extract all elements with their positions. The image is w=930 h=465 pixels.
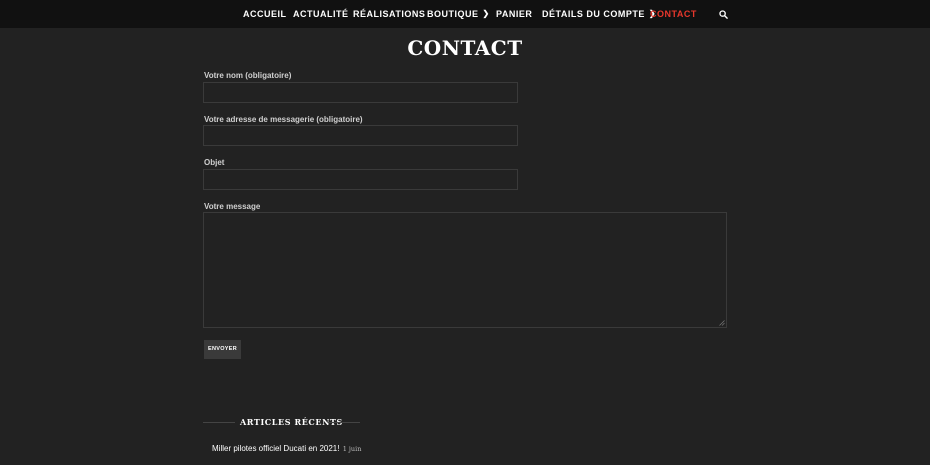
nav-item-accueil[interactable]: ACCUEIL xyxy=(243,9,287,19)
nav-item-boutique[interactable]: BOUTIQUE ❯ xyxy=(427,9,490,19)
chevron-down-icon: ❯ xyxy=(482,9,490,18)
top-navigation: ACCUEIL ACTUALITÉ RÉALISATIONS BOUTIQUE ❯… xyxy=(0,0,930,28)
nav-item-panier[interactable]: PANIER xyxy=(496,9,532,19)
name-field[interactable] xyxy=(203,82,518,103)
recent-article-date: 1 juin xyxy=(342,445,362,453)
recent-article-title[interactable]: Miller pilotes officiel Ducati en 2021! xyxy=(212,444,339,453)
widget-divider-right xyxy=(328,422,360,423)
widget-divider-left xyxy=(203,422,235,423)
subject-field[interactable] xyxy=(203,169,518,190)
search-icon[interactable] xyxy=(719,10,728,19)
message-label: Votre message xyxy=(204,202,261,211)
nav-item-realisations[interactable]: RÉALISATIONS xyxy=(353,9,425,19)
nav-item-actualite[interactable]: ACTUALITÉ xyxy=(293,9,349,19)
email-field[interactable] xyxy=(203,125,518,146)
recent-article-item[interactable]: Miller pilotes officiel Ducati en 2021! … xyxy=(212,444,361,453)
submit-button[interactable]: ENVOYER xyxy=(204,340,241,359)
nav-item-compte-label: DÉTAILS DU COMPTE xyxy=(542,9,645,19)
page-title: CONTACT xyxy=(407,36,523,60)
nav-item-details-du-compte[interactable]: DÉTAILS DU COMPTE ❯ xyxy=(542,9,656,19)
subject-label: Objet xyxy=(204,158,225,167)
email-label: Votre adresse de messagerie (obligatoire… xyxy=(204,115,363,124)
nav-item-contact[interactable]: CONTACT xyxy=(650,9,697,19)
resize-grip-icon[interactable] xyxy=(719,320,725,326)
name-label: Votre nom (obligatoire) xyxy=(204,71,292,80)
nav-item-boutique-label: BOUTIQUE xyxy=(427,9,479,19)
message-textarea[interactable] xyxy=(203,212,727,328)
